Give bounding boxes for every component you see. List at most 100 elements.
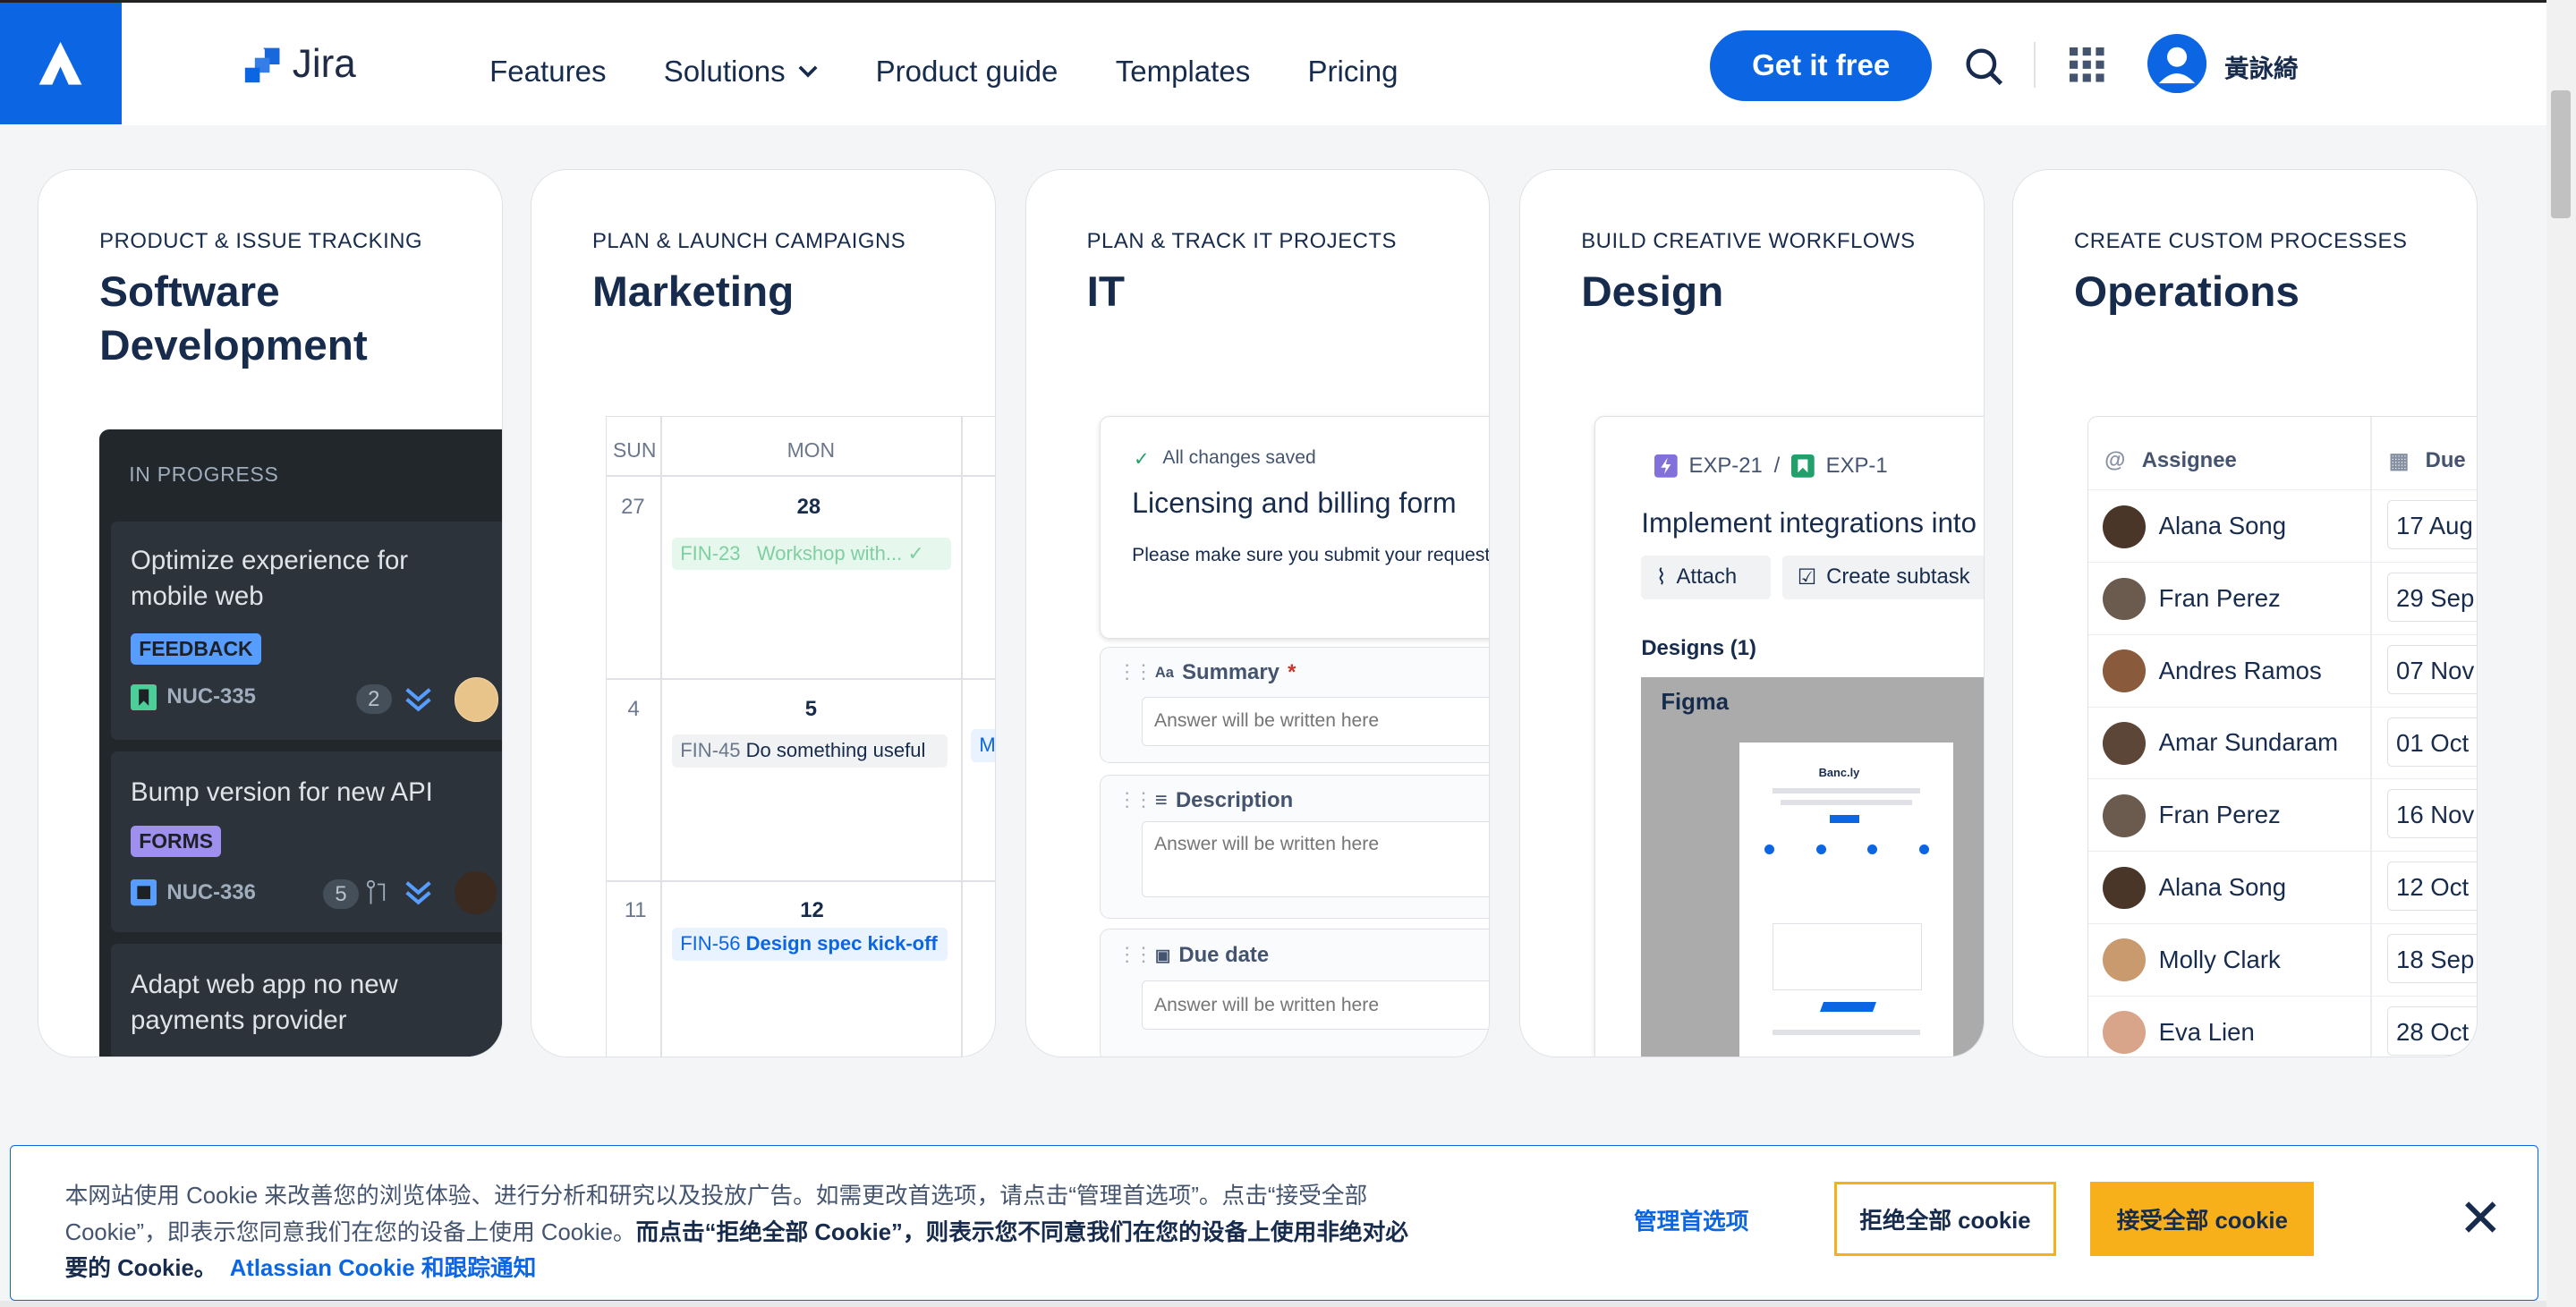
form-description: Please make sure you submit your request… [1132,545,1491,566]
card-it[interactable]: PLAN & TRACK IT PROJECTS IT ✓ All changes… [1024,169,1491,1058]
due-date: 16 Nov [2386,789,2477,839]
table-row[interactable]: Alana Song 12 Oct [2087,851,2477,924]
user-avatar-icon[interactable] [2147,33,2206,93]
accept-all-cookies-button[interactable]: 接受全部 cookie [2090,1182,2315,1256]
calendar-event[interactable]: FIN-56 Design spec kick-off [672,928,948,962]
table-row[interactable]: Fran Perez 29 Sep [2087,562,2477,635]
story-points: 2 [355,683,392,714]
user-name[interactable]: 黃詠綺 [2224,48,2299,84]
avatar [2103,722,2146,765]
story-icon [1791,454,1815,478]
table-row[interactable]: Andres Ramos 07 Nov [2087,633,2477,708]
table-row[interactable]: Molly Clark 18 Sep [2087,922,2477,997]
form-field-due-date: ⋮⋮ ▣ Due date [1100,929,1490,1057]
calendar-event[interactable]: FIN-45 Do something useful [672,734,948,768]
drag-handle-icon[interactable]: ⋮⋮ [1118,660,1153,683]
figma-label: Figma [1661,690,1729,716]
date-number: 4 [627,696,640,721]
column-header: ▦ Due [2389,448,2466,474]
issue-title: Implement integrations into [1641,507,1977,539]
issue-view: EXP-21 / EXP-1 Implement integrations in… [1594,416,1984,1057]
avatar [2103,505,2146,548]
event-text: Do something useful [745,738,926,761]
calendar-icon: ▦ [2388,449,2410,474]
column-header-text: Due [2425,448,2466,473]
nav-pricing[interactable]: Pricing [1307,55,1398,89]
nav-solutions-label: Solutions [663,55,786,89]
reject-all-cookies-button[interactable]: 拒绝全部 cookie [1833,1182,2056,1256]
atlassian-logo[interactable] [0,3,122,124]
date-number: 27 [621,494,645,519]
event-text: Workshop with... [756,541,903,564]
breadcrumb-separator: / [1773,453,1781,478]
figma-embed[interactable]: Figma Banc.ly [1641,676,1984,1057]
table-row[interactable]: Fran Perez 16 Nov [2087,778,2477,852]
jira-icon [244,47,280,83]
nav-features[interactable]: Features [489,55,606,89]
app-switcher-icon[interactable] [2070,47,2105,83]
nav-product-guide[interactable]: Product guide [876,55,1058,89]
calendar-event[interactable]: M [971,729,995,763]
board-card-title: Optimize experience for mobile web [131,545,409,612]
event-text: Design spec kick-off [745,932,938,955]
jira-wordmark: Jira [292,42,356,87]
board-card[interactable]: Optimize experience for mobile web FEEDB… [110,521,502,741]
drag-handle-icon[interactable]: ⋮⋮ [1118,943,1153,966]
cookie-banner: 本网站使用 Cookie 来改善您的浏览体验、进行分析和研究以及投放广告。如需更… [10,1144,2538,1302]
calendar-event[interactable]: FIN-23 Workshop with... ✓ [672,537,952,571]
cal-divider [606,474,995,477]
attach-button[interactable]: ⌇ Attach [1641,555,1772,600]
get-it-free-button[interactable]: Get it free [1710,30,1933,102]
cookie-notice-link[interactable]: Atlassian Cookie 和跟踪通知 [230,1256,537,1281]
story-icon [131,683,157,711]
board-card[interactable]: Bump version for new API FORMS NUC-336 5 [110,751,502,932]
manage-preferences-button[interactable]: 管理首选项 [1634,1203,1748,1236]
form-field-description: ⋮⋮ ≡ Description [1100,774,1490,920]
card-title: Software Development [99,267,368,370]
issue-key-text: NUC-336 [166,879,256,904]
date-number: 12 [800,898,824,923]
date-number: 11 [624,898,647,923]
drag-handle-icon[interactable]: ⋮⋮ [1118,788,1153,811]
card-marketing[interactable]: PLAN & LAUNCH CAMPAIGNS Marketing SUN MO… [531,169,996,1058]
field-label-text: Summary [1182,660,1279,685]
subtask-label: Create subtask [1826,564,1970,590]
table-row[interactable]: Eva Lien 28 Oct [2087,995,2477,1057]
card-software-development[interactable]: PRODUCT & ISSUE TRACKING Software Develo… [38,169,503,1058]
assignee-name: Molly Clark [2158,945,2281,973]
due-date-input[interactable] [1142,980,1490,1031]
mockup-line [1781,800,1913,805]
paragraph-icon: ≡ [1154,788,1168,813]
table-row[interactable]: Alana Song 17 Aug [2087,489,2477,563]
card-operations[interactable]: CREATE CUSTOM PROCESSES Operations @ Assi… [2012,169,2478,1058]
card-design[interactable]: BUILD CREATIVE WORKFLOWS Design EXP-21 /… [1519,169,1985,1058]
chevron-down-icon [798,65,818,79]
description-input[interactable] [1142,821,1490,897]
page-scrollbar[interactable] [2546,0,2576,1307]
breadcrumb-item[interactable]: EXP-21 [1689,454,1763,479]
due-date: 12 Oct [2386,861,2477,912]
board-card[interactable]: Adapt web app no new payments provider [110,943,502,1057]
due-date: 28 Oct [2386,1006,2477,1056]
nav-templates[interactable]: Templates [1116,55,1251,89]
create-subtask-button[interactable]: ☑ Create subtask [1782,555,1984,600]
nav-solutions[interactable]: Solutions [664,55,819,89]
search-icon[interactable] [1965,47,2004,87]
jira-logo[interactable]: Jira [243,42,356,87]
subtask-icon: ☑ [1797,564,1817,590]
field-label-text: Due date [1178,943,1270,967]
board-column: IN PROGRESS Optimize experience for mobi… [99,429,502,1057]
breadcrumb-item[interactable]: EXP-1 [1826,454,1888,479]
summary-input[interactable] [1142,696,1490,746]
assignee-name: Alana Song [2158,512,2287,540]
assignee-name: Alana Song [2158,873,2287,902]
day-header: MON [786,438,836,463]
table-row[interactable]: Amar Sundaram 01 Oct [2087,706,2477,780]
event-key: FIN-23 [680,541,741,564]
close-icon[interactable]: ✕ [2459,1187,2503,1249]
designs-heading: Designs (1) [1641,635,1756,660]
card-eyebrow: PLAN & TRACK IT PROJECTS [1086,229,1398,254]
scrollbar-thumb[interactable] [2551,89,2572,219]
card-title: IT [1086,267,1125,316]
cookie-text: 本网站使用 Cookie 来改善您的浏览体验、进行分析和研究以及投放广告。如需更… [65,1178,1413,1286]
